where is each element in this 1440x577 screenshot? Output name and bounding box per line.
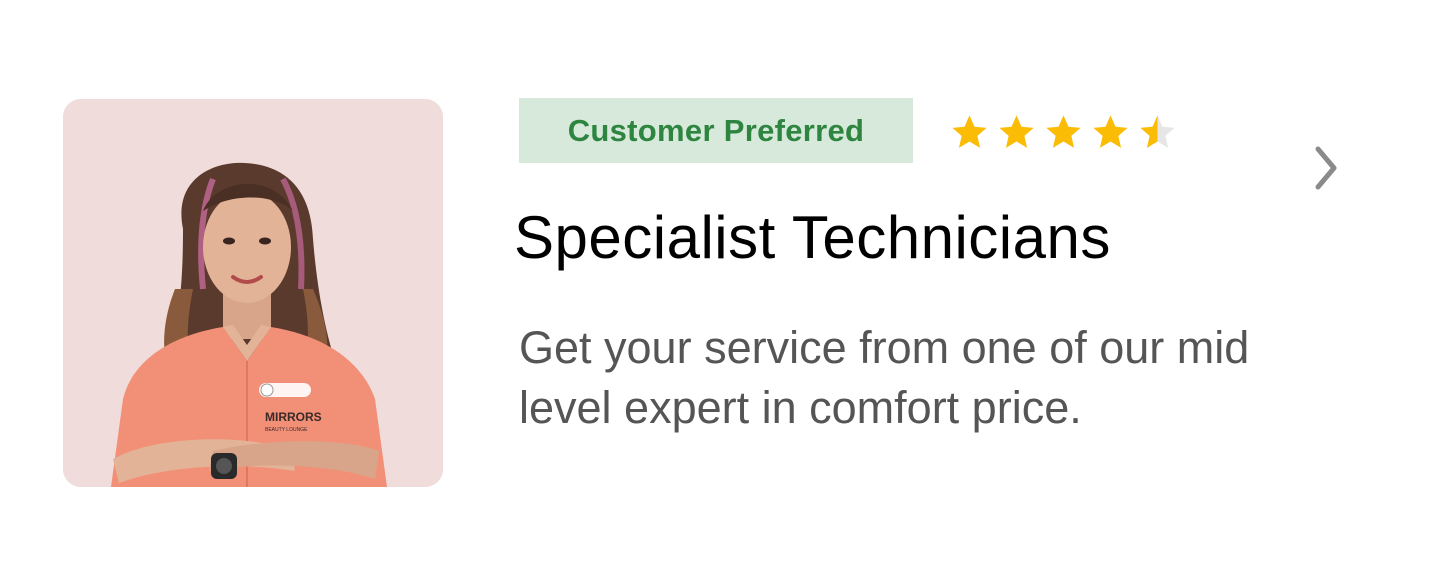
star-filled-icon bbox=[952, 114, 987, 148]
card-description: Get your service from one of our mid lev… bbox=[519, 322, 1250, 433]
technician-card[interactable]: MIRRORS BEAUTY LOUNGE Customer Preferred… bbox=[0, 0, 1440, 577]
badge-label: Customer Preferred bbox=[567, 112, 865, 148]
star-filled-icon bbox=[1093, 114, 1128, 148]
star-rating bbox=[949, 110, 1178, 154]
chevron-right-icon bbox=[1315, 146, 1337, 190]
uniform-logo-text: MIRRORS bbox=[265, 410, 322, 424]
next-button[interactable] bbox=[1305, 142, 1345, 194]
customer-preferred-badge: Customer Preferred bbox=[519, 98, 913, 163]
card-title: Specialist Technicians bbox=[514, 204, 1111, 271]
technician-illustration: MIRRORS BEAUTY LOUNGE bbox=[63, 99, 443, 487]
star-half-icon bbox=[1140, 114, 1175, 148]
star-filled-icon bbox=[1046, 114, 1081, 148]
technician-photo: MIRRORS BEAUTY LOUNGE bbox=[63, 99, 443, 487]
star-filled-icon bbox=[999, 114, 1034, 148]
uniform-logo-subtext: BEAUTY LOUNGE bbox=[265, 427, 308, 433]
